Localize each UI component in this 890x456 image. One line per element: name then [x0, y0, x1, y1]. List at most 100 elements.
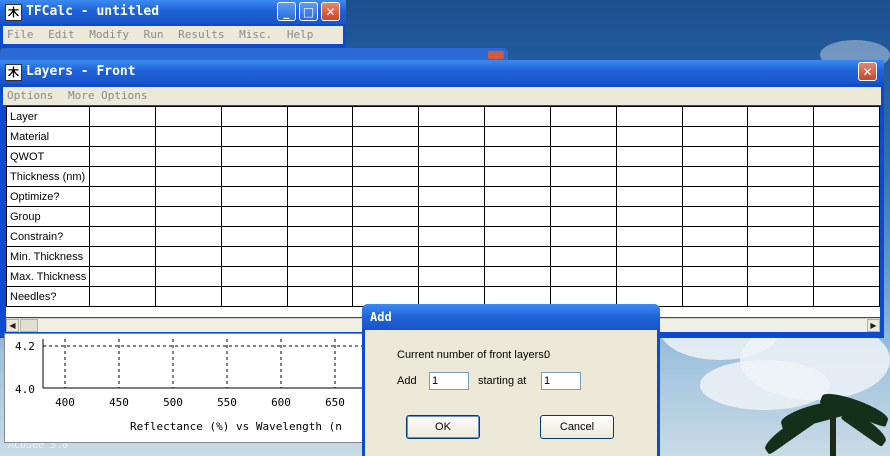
minimize-button[interactable]: _	[277, 2, 296, 21]
grid-cell[interactable]	[484, 206, 551, 227]
grid-cell[interactable]	[286, 166, 354, 187]
grid-cell[interactable]	[418, 226, 486, 247]
menu-file[interactable]: File	[7, 28, 34, 41]
grid-cell[interactable]	[615, 166, 683, 187]
grid-cell[interactable]	[286, 126, 354, 147]
grid-cell[interactable]	[549, 246, 617, 267]
grid-cell[interactable]	[89, 186, 157, 207]
grid-cell[interactable]	[418, 126, 486, 147]
menu-help[interactable]: Help	[287, 28, 314, 41]
grid-cell[interactable]	[155, 226, 222, 247]
grid-cell[interactable]	[681, 146, 749, 167]
grid-cell[interactable]	[615, 226, 683, 247]
grid-cell[interactable]	[681, 126, 749, 147]
grid-cell[interactable]	[615, 266, 683, 287]
grid-cell[interactable]	[681, 246, 749, 267]
grid-cell[interactable]	[418, 246, 486, 267]
grid-cell[interactable]	[747, 146, 815, 167]
grid-cell[interactable]	[89, 226, 157, 247]
tfcalc-app-icon[interactable]: 木	[5, 4, 22, 21]
grid-cell[interactable]	[286, 106, 354, 127]
grid-cell[interactable]	[220, 126, 288, 147]
menu-results[interactable]: Results	[178, 28, 224, 41]
grid-cell[interactable]	[615, 126, 683, 147]
grid-cell[interactable]	[549, 146, 617, 167]
grid-cell[interactable]	[220, 186, 288, 207]
grid-cell[interactable]	[484, 246, 551, 267]
grid-cell[interactable]	[549, 226, 617, 247]
grid-cell[interactable]	[89, 166, 157, 187]
grid-cell[interactable]	[155, 286, 222, 307]
grid-cell[interactable]	[286, 186, 354, 207]
grid-cell[interactable]	[813, 286, 880, 307]
add-dialog-titlebar[interactable]: Add	[362, 304, 660, 330]
grid-cell[interactable]	[220, 206, 288, 227]
background-window[interactable]	[0, 48, 508, 60]
close-button[interactable]: ✕	[858, 62, 877, 81]
grid-cell[interactable]	[484, 186, 551, 207]
grid-cell[interactable]	[484, 146, 551, 167]
grid-cell[interactable]	[155, 146, 222, 167]
grid-cell[interactable]	[747, 206, 815, 227]
scroll-left-icon[interactable]: ◀	[6, 319, 19, 332]
grid-cell[interactable]	[155, 166, 222, 187]
maximize-button[interactable]: □	[299, 2, 318, 21]
grid-cell[interactable]	[813, 126, 880, 147]
grid-cell[interactable]	[681, 286, 749, 307]
grid-cell[interactable]	[352, 246, 420, 267]
ok-button[interactable]: OK	[406, 415, 480, 439]
grid-cell[interactable]	[89, 106, 157, 127]
grid-cell[interactable]	[615, 106, 683, 127]
grid-cell[interactable]	[813, 146, 880, 167]
scroll-right-icon[interactable]: ▶	[867, 319, 880, 332]
grid-cell[interactable]	[615, 206, 683, 227]
grid-cell[interactable]	[418, 106, 486, 127]
grid-cell[interactable]	[352, 166, 420, 187]
grid-cell[interactable]	[220, 166, 288, 187]
grid-cell[interactable]	[813, 246, 880, 267]
grid-cell[interactable]	[155, 126, 222, 147]
grid-cell[interactable]	[352, 226, 420, 247]
grid-cell[interactable]	[484, 126, 551, 147]
grid-cell[interactable]	[747, 126, 815, 147]
grid-cell[interactable]	[286, 266, 354, 287]
grid-cell[interactable]	[418, 166, 486, 187]
grid-cell[interactable]	[615, 146, 683, 167]
grid-cell[interactable]	[286, 286, 354, 307]
grid-cell[interactable]	[352, 206, 420, 227]
grid-cell[interactable]	[89, 246, 157, 267]
grid-cell[interactable]	[549, 186, 617, 207]
grid-cell[interactable]	[220, 226, 288, 247]
grid-cell[interactable]	[813, 166, 880, 187]
grid-cell[interactable]	[681, 206, 749, 227]
grid-cell[interactable]	[155, 206, 222, 227]
grid-cell[interactable]	[89, 126, 157, 147]
grid-cell[interactable]	[286, 206, 354, 227]
grid-cell[interactable]	[549, 166, 617, 187]
close-icon[interactable]	[488, 51, 504, 59]
grid-cell[interactable]	[352, 266, 420, 287]
grid-cell[interactable]	[549, 266, 617, 287]
add-dialog[interactable]: Add Current number of front layers: 0 Ad…	[362, 304, 660, 456]
close-button[interactable]: ✕	[321, 2, 340, 21]
grid-cell[interactable]	[220, 146, 288, 167]
grid-cell[interactable]	[681, 266, 749, 287]
grid-cell[interactable]	[155, 266, 222, 287]
grid-cell[interactable]	[484, 166, 551, 187]
grid-cell[interactable]	[813, 226, 880, 247]
grid-cell[interactable]	[286, 246, 354, 267]
menu-options[interactable]: Options	[7, 89, 53, 102]
grid-cell[interactable]	[89, 286, 157, 307]
grid-cell[interactable]	[352, 186, 420, 207]
grid-cell[interactable]	[89, 206, 157, 227]
grid-cell[interactable]	[286, 226, 354, 247]
grid-cell[interactable]	[352, 106, 420, 127]
grid-cell[interactable]	[681, 186, 749, 207]
grid-cell[interactable]	[155, 186, 222, 207]
grid-cell[interactable]	[418, 206, 486, 227]
grid-cell[interactable]	[549, 106, 617, 127]
grid-cell[interactable]	[484, 266, 551, 287]
grid-cell[interactable]	[220, 286, 288, 307]
grid-cell[interactable]	[484, 226, 551, 247]
layers-front-window[interactable]: 木 Layers - Front ✕ Options More Options …	[0, 60, 884, 338]
